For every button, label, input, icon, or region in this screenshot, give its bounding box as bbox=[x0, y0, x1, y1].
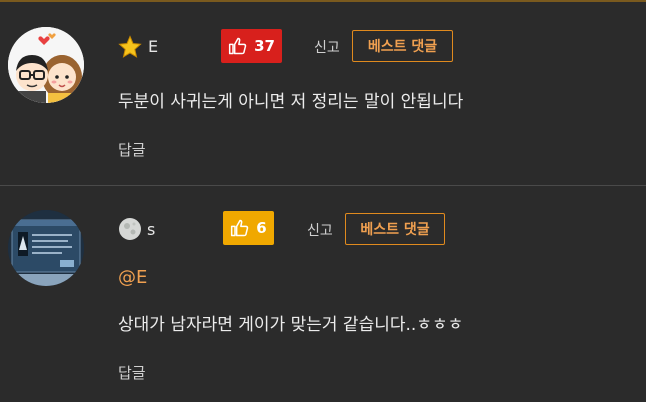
comment-item: E 37 신고 베스트 댓글 두분이 사귀는게 아니면 저 정리는 말이 안됩니… bbox=[0, 2, 646, 185]
mention-link[interactable]: @E bbox=[118, 267, 147, 288]
comment-text: 두분이 사귀는게 아니면 저 정리는 말이 안됩니다 bbox=[118, 92, 464, 112]
avatar[interactable] bbox=[8, 210, 84, 286]
thumbs-up-icon bbox=[228, 37, 247, 55]
couple-cartoon-icon bbox=[8, 27, 84, 103]
star-icon bbox=[118, 35, 142, 58]
reply-button[interactable]: 답글 bbox=[118, 362, 146, 383]
report-button[interactable]: 신고 bbox=[314, 37, 340, 57]
moon-icon bbox=[119, 218, 141, 240]
like-count: 6 bbox=[256, 219, 267, 237]
best-comment-badge: 베스트 댓글 bbox=[352, 30, 453, 62]
best-comment-badge: 베스트 댓글 bbox=[345, 213, 445, 245]
screenshot-thumbnail-icon bbox=[8, 210, 84, 286]
like-button[interactable]: 6 bbox=[223, 211, 274, 245]
like-count: 37 bbox=[254, 37, 275, 55]
reply-button[interactable]: 답글 bbox=[118, 139, 146, 160]
comment-item: s 6 신고 베스트 댓글 @E 상대가 남자라면 게이가 맞는거 같습니다..… bbox=[0, 186, 646, 402]
avatar[interactable] bbox=[8, 27, 84, 103]
thumbs-up-icon bbox=[231, 219, 249, 237]
comment-text: 상대가 남자라면 게이가 맞는거 같습니다..ㅎㅎㅎ bbox=[118, 315, 464, 335]
user-name[interactable]: E bbox=[148, 37, 158, 56]
like-button[interactable]: 37 bbox=[221, 29, 282, 63]
report-button[interactable]: 신고 bbox=[307, 220, 333, 240]
user-name[interactable]: s bbox=[147, 220, 155, 239]
